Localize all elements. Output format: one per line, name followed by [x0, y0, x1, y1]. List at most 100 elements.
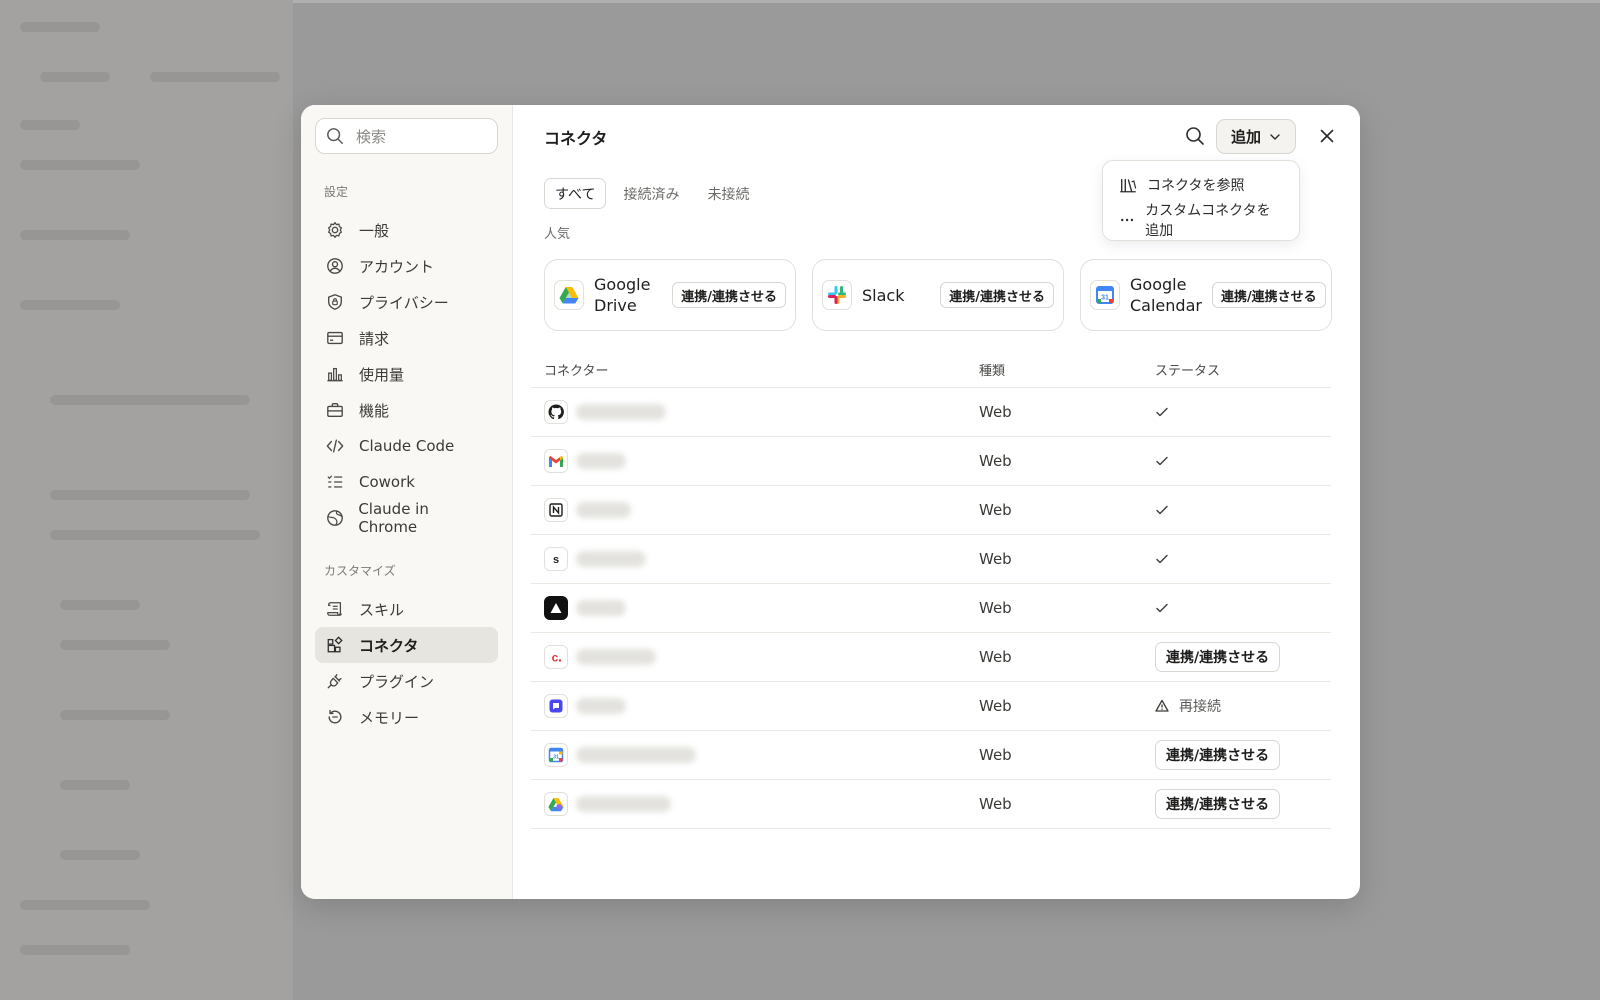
sidebar-item-label: メモリー — [359, 708, 420, 727]
sidebar-item-privacy[interactable]: プライバシー — [315, 284, 498, 320]
menu-item-browse-connectors[interactable]: コネクタを参照 — [1103, 167, 1299, 202]
connect-button[interactable]: 連携/連携させる — [1155, 740, 1281, 770]
credit-card-icon — [325, 328, 345, 348]
svg-text:c: c — [552, 651, 559, 665]
menu-item-label: カスタムコネクタを追加 — [1145, 202, 1271, 239]
s-letter-icon: s — [544, 547, 568, 571]
sidebar-item-memory[interactable]: メモリー — [315, 699, 498, 735]
status-cell — [1155, 601, 1331, 615]
table-row[interactable]: Web — [531, 388, 1331, 437]
background-topbar — [293, 0, 1600, 3]
sidebar-item-connectors[interactable]: コネクタ — [315, 627, 498, 663]
background-sidebar — [0, 0, 293, 1000]
background-line — [20, 945, 130, 955]
sidebar-item-billing[interactable]: 請求 — [315, 320, 498, 356]
menu-item-add-custom-connector[interactable]: カスタムコネクタを追加 — [1103, 202, 1299, 239]
sidebar-item-label: スキル — [359, 600, 405, 619]
table-row[interactable]: Web — [531, 437, 1331, 486]
sidebar-item-label: アカウント — [359, 257, 435, 276]
connect-button[interactable]: 連携/連携させる — [940, 282, 1054, 308]
redacted-connector-name — [576, 551, 646, 567]
sidebar-item-skills[interactable]: スキル — [315, 591, 498, 627]
redacted-connector-name — [576, 796, 671, 812]
background-line — [20, 160, 140, 170]
search-icon — [1186, 127, 1204, 145]
connectors-panel: コネクタ 追加 コネクタを参照 カスタムコネクタを追加 すべて 接続済み 未接続 — [513, 105, 1360, 899]
tab-all[interactable]: すべて — [544, 178, 607, 209]
table-row[interactable]: Web — [531, 584, 1331, 633]
table-header: コネクター 種類 ステータス — [531, 352, 1331, 388]
type-cell: Web — [979, 648, 1012, 666]
connect-button[interactable]: 連携/連携させる — [1211, 282, 1326, 308]
sidebar-item-label: Cowork — [359, 473, 415, 491]
redacted-connector-name — [576, 600, 626, 616]
connector-icon — [325, 635, 345, 655]
connectors-table: コネクター 種類 ステータス Web Web Web s Web Web c W… — [531, 352, 1331, 829]
sidebar-item-cowork[interactable]: Cowork — [315, 464, 498, 500]
column-header-type: 種類 — [979, 364, 1006, 379]
type-cell: Web — [979, 697, 1012, 715]
check-icon — [1156, 456, 1168, 466]
sidebar-item-label: プライバシー — [359, 293, 449, 312]
search-button[interactable] — [1181, 122, 1209, 150]
column-header-status: ステータス — [1155, 364, 1221, 379]
sidebar-item-claude-in-chrome[interactable]: Claude in Chrome — [315, 500, 498, 536]
check-icon — [1156, 505, 1168, 515]
warning-icon — [1155, 699, 1169, 712]
status-cell — [1155, 503, 1331, 517]
check-icon — [1156, 554, 1168, 564]
tab-not-connected[interactable]: 未接続 — [696, 178, 760, 209]
sidebar-item-usage[interactable]: 使用量 — [315, 356, 498, 392]
reconnect-link[interactable]: 再接続 — [1179, 696, 1221, 716]
background-line — [20, 120, 80, 130]
status-cell: 連携/連携させる — [1155, 642, 1331, 672]
svg-text:31: 31 — [553, 755, 559, 761]
connector-cell: 31 — [531, 743, 979, 767]
add-button[interactable]: 追加 — [1216, 119, 1296, 154]
table-row[interactable]: Web — [531, 486, 1331, 535]
sidebar-item-general[interactable]: 一般 — [315, 212, 498, 248]
table-row[interactable]: 31 Web 連携/連携させる — [531, 731, 1331, 780]
c-letter-icon: c — [544, 645, 568, 669]
add-button-label: 追加 — [1230, 128, 1261, 146]
connect-button[interactable]: 連携/連携させる — [672, 282, 786, 308]
sidebar-item-account[interactable]: アカウント — [315, 248, 498, 284]
chat-app-icon — [544, 694, 568, 718]
redacted-connector-name — [576, 747, 696, 763]
popular-section-label: 人気 — [544, 227, 571, 242]
sidebar-item-label: 請求 — [359, 329, 390, 348]
status-cell: 連携/連携させる — [1155, 789, 1331, 819]
drive-app-icon — [544, 792, 568, 816]
column-header-connector: コネクター — [544, 364, 609, 379]
background-line — [50, 530, 260, 540]
connector-cell — [531, 498, 979, 522]
card-name: Google Drive — [594, 275, 651, 315]
connect-button[interactable]: 連携/連携させる — [1155, 789, 1281, 819]
search-placeholder: 検索 — [356, 127, 387, 146]
connect-button[interactable]: 連携/連携させる — [1155, 642, 1281, 672]
sidebar-item-claude-code[interactable]: Claude Code — [315, 428, 498, 464]
gear-icon — [325, 220, 345, 240]
sidebar-item-label: プラグイン — [359, 672, 435, 691]
type-cell: Web — [979, 795, 1012, 813]
background-line — [60, 640, 170, 650]
table-row[interactable]: Web 連携/連携させる — [531, 780, 1331, 829]
sidebar-item-plugins[interactable]: プラグイン — [315, 663, 498, 699]
background-line — [60, 850, 140, 860]
background-line — [60, 780, 130, 790]
tab-connected[interactable]: 接続済み — [612, 178, 690, 209]
table-row[interactable]: Web 再接続 — [531, 682, 1331, 731]
status-cell — [1155, 405, 1331, 419]
close-button[interactable] — [1313, 122, 1341, 150]
background-line — [60, 710, 170, 720]
background-line — [20, 22, 100, 32]
sidebar-item-features[interactable]: 機能 — [315, 392, 498, 428]
table-row[interactable]: c Web 連携/連携させる — [531, 633, 1331, 682]
table-row[interactable]: s Web — [531, 535, 1331, 584]
github-icon — [544, 400, 568, 424]
sidebar-item-label: コネクタ — [359, 636, 419, 655]
connector-cell — [531, 792, 979, 816]
shield-icon — [325, 292, 345, 312]
sidebar-item-label: Claude Code — [359, 437, 455, 455]
sidebar-search-input[interactable]: 検索 — [315, 118, 498, 154]
